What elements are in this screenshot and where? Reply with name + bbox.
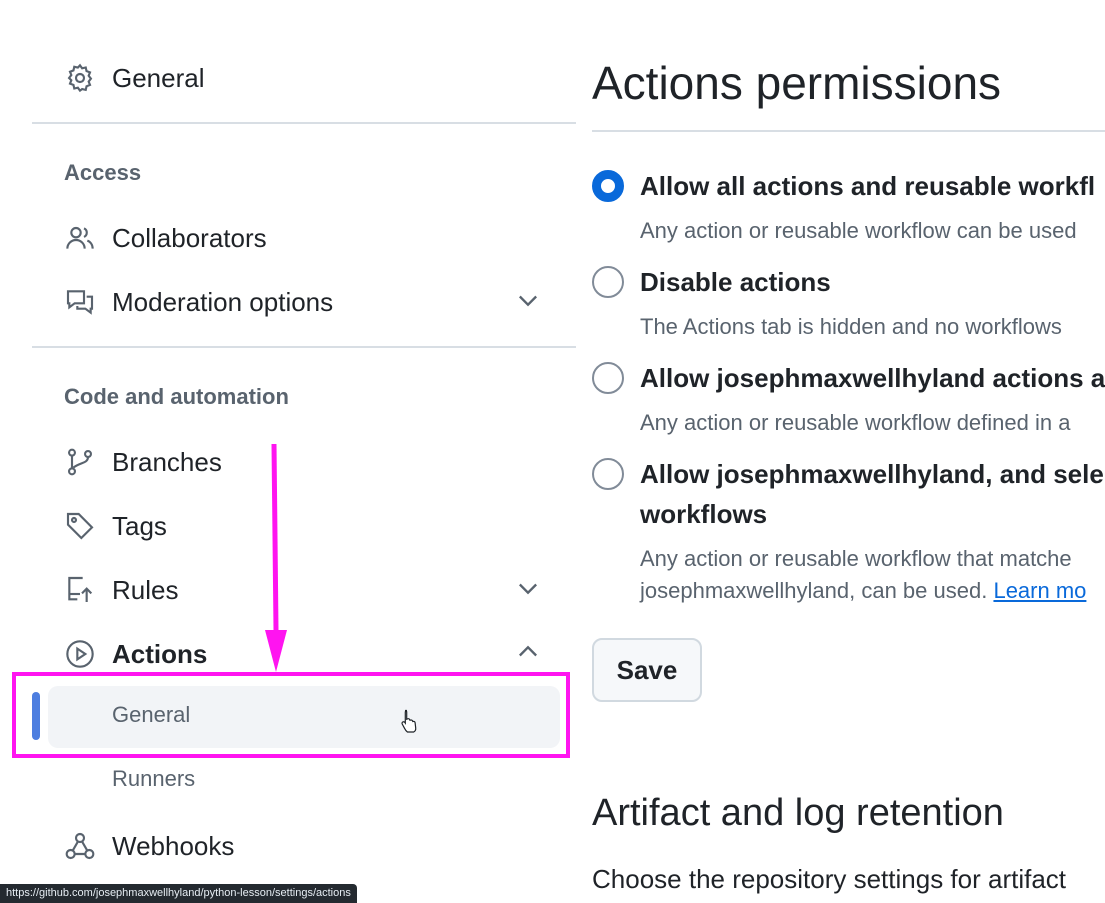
divider: [32, 122, 576, 124]
chevron-down-icon[interactable]: [514, 286, 542, 314]
chevron-up-icon[interactable]: [514, 638, 542, 666]
sidebar-item-actions[interactable]: Actions: [64, 634, 207, 674]
tag-icon: [64, 510, 96, 542]
option-title-continued: workflows: [640, 499, 768, 529]
play-icon: [64, 638, 96, 670]
sidebar-subitem-runners[interactable]: Runners: [48, 750, 560, 812]
repo-push-icon: [64, 574, 96, 606]
option-description-text: josephmaxwellhyland, can be used.: [640, 578, 988, 603]
section-description: Choose the repository settings for artif…: [592, 864, 1067, 894]
radio-allow-owner-actions[interactable]: [592, 362, 624, 394]
status-bar-url: https://github.com/josephmaxwellhyland/p…: [0, 884, 357, 903]
section-heading-access: Access: [64, 160, 142, 185]
sidebar-item-label: Moderation options: [112, 286, 334, 317]
save-button[interactable]: Save: [592, 638, 702, 702]
annotation-highlight-box: [12, 672, 570, 758]
sidebar-item-rules[interactable]: Rules: [64, 570, 178, 610]
option-title: Allow josephmaxwellhyland, and sele: [640, 459, 1104, 489]
radio-allow-all[interactable]: [592, 170, 624, 202]
option-description: The Actions tab is hidden and no workflo…: [640, 314, 1062, 339]
sidebar-item-label: Rules: [112, 574, 179, 605]
option-description: Any action or reusable workflow can be u…: [640, 218, 1077, 243]
sidebar-item-label: Collaborators: [112, 222, 267, 253]
sidebar-item-label: Branches: [112, 446, 222, 477]
annotation-arrow: [265, 443, 287, 672]
gear-icon: [64, 62, 96, 94]
divider: [32, 346, 576, 348]
radio-disable-actions[interactable]: [592, 266, 624, 298]
git-branch-icon: [64, 446, 96, 478]
option-title: Allow josephmaxwellhyland actions a: [640, 363, 1105, 393]
option-description: Any action or reusable workflow defined …: [640, 410, 1071, 435]
webhook-icon: [64, 830, 96, 862]
sidebar-subitem-label: Runners: [112, 766, 196, 791]
sidebar-item-label: Webhooks: [112, 830, 235, 861]
learn-more-link[interactable]: Learn mo: [993, 578, 1086, 603]
option-description-continued: josephmaxwellhyland, can be used. Learn …: [640, 575, 1086, 607]
sidebar-item-moderation[interactable]: Moderation options: [64, 282, 333, 322]
sidebar-item-label: Actions: [112, 638, 208, 669]
divider: [592, 130, 1105, 132]
sidebar-item-label: General: [112, 62, 205, 93]
sidebar-item-collaborators[interactable]: Collaborators: [64, 218, 267, 258]
chevron-down-icon[interactable]: [514, 574, 542, 602]
page-title: Actions permissions: [592, 57, 1002, 109]
sidebar-item-general[interactable]: General: [64, 58, 205, 98]
option-title: Allow all actions and reusable workfl: [640, 171, 1096, 201]
option-title: Disable actions: [640, 267, 831, 297]
comment-discussion-icon: [64, 286, 96, 318]
sidebar-item-branches[interactable]: Branches: [64, 442, 222, 482]
section-heading-code: Code and automation: [64, 384, 289, 409]
sidebar-item-tags[interactable]: Tags: [64, 506, 167, 546]
radio-allow-owner-and-select[interactable]: [592, 458, 624, 490]
main-content: Actions permissions Allow all actions an…: [592, 0, 1105, 903]
people-icon: [64, 222, 96, 254]
sidebar-item-label: Tags: [112, 510, 167, 541]
section-title-artifact-retention: Artifact and log retention: [592, 792, 1004, 834]
sidebar-item-webhooks[interactable]: Webhooks: [64, 826, 234, 866]
option-description: Any action or reusable workflow that mat…: [640, 546, 1072, 571]
